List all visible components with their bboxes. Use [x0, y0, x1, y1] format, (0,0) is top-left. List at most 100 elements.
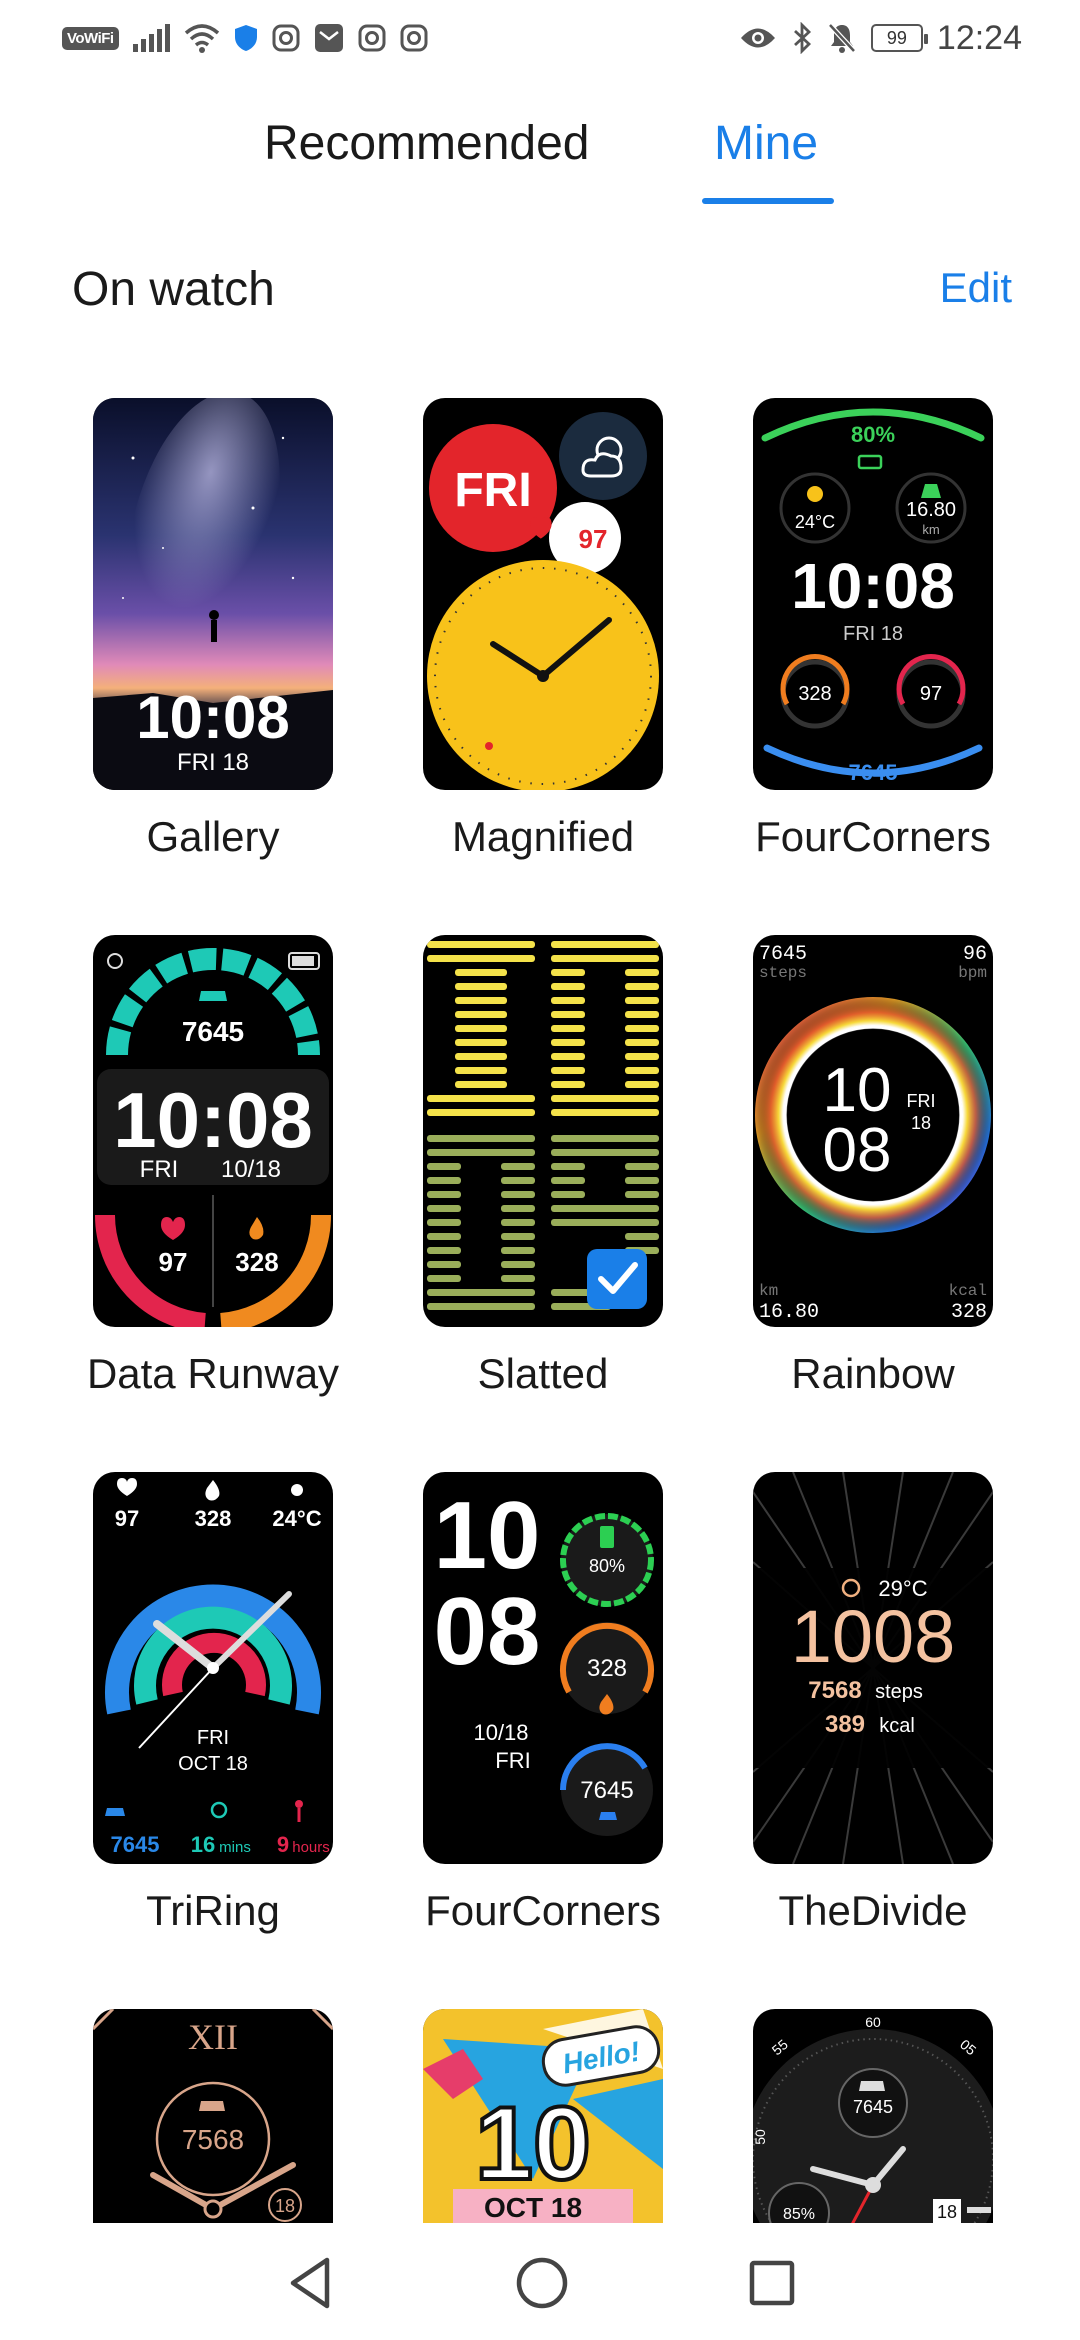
rainbow-date: 18 [911, 1113, 931, 1133]
chrono-face: 60 55 05 50 7645 85% 18 [753, 2014, 993, 2223]
fourcorners2-steps: 7645 [580, 1777, 633, 1804]
fourcorners-date: FRI 18 [843, 623, 903, 645]
triring-mins-label: mins [219, 1839, 251, 1856]
tab-mine[interactable]: Mine [714, 116, 818, 171]
rainbow-steps: 7645 [759, 943, 807, 966]
rainbow-face: 7645 steps 96 bpm 10 08 FRI 18 km 16.80 … [755, 943, 991, 1324]
watch-face-preview[interactable]: 10 08 10/18 FRI 80% 328 7645 [423, 1472, 663, 1864]
watch-face-preview[interactable]: FRI 97 [423, 398, 663, 790]
home-icon [516, 2257, 568, 2309]
rainbow-bpm-label: bpm [958, 964, 987, 982]
battery-level: 99 [886, 27, 907, 48]
roman-face: XII 7568 18 [93, 2009, 333, 2222]
selected-check-icon [587, 1249, 647, 1309]
signal-icon [132, 24, 170, 52]
runway-date: 10/18 [221, 1156, 281, 1183]
fourcorners-heart: 97 [920, 683, 942, 705]
chrono-battery: 85% [783, 2206, 815, 2223]
watch-face-preview[interactable]: 7645 10:08 FRI 10/18 97 328 [93, 935, 333, 1327]
tab-indicator [702, 198, 834, 204]
chrono-tick-50: 50 [753, 2129, 768, 2145]
fourcorners-battery: 80% [851, 422, 895, 447]
watch-face-preview[interactable] [423, 935, 663, 1327]
runway-calories: 328 [235, 1247, 278, 1277]
divide-steps-label: steps [875, 1681, 923, 1703]
triring-hours: 9 [277, 1832, 289, 1857]
divide-kcal-label: kcal [879, 1715, 915, 1737]
data-runway-face: 7645 10:08 FRI 10/18 97 328 [94, 948, 332, 1327]
chrono-tick-05: 05 [957, 2036, 979, 2058]
watch-face-preview[interactable]: 80% 24°C 16.80 km 10:08 FRI 18 328 97 76… [753, 398, 993, 790]
battery-icon: 99 [870, 24, 928, 52]
divide-kcal: 389 [825, 1711, 865, 1738]
watch-face-name: Rainbow [791, 1350, 955, 1397]
fourcorners-2-face: 10 08 10/18 FRI 80% 328 7645 [434, 1482, 654, 1836]
gallery-date: FRI 18 [177, 749, 249, 776]
wifi-icon [184, 24, 219, 53]
triring-calories: 328 [195, 1506, 232, 1531]
fourcorners2-battery: 80% [589, 1556, 625, 1576]
roman-numeral: XII [188, 2017, 238, 2057]
tab-bar: Recommended Mine [0, 110, 1080, 210]
recents-button[interactable] [732, 2243, 812, 2323]
chrono-tick-60: 60 [865, 2014, 881, 2030]
watch-face-preview[interactable]: XII 7568 18 [93, 2009, 333, 2223]
eye-icon [740, 28, 775, 48]
triring-hours-label: hours [292, 1839, 330, 1856]
recents-icon [749, 2260, 795, 2306]
chrono-tick-55: 55 [769, 2036, 791, 2058]
watch-face-preview[interactable]: 97 328 24°C FRI OCT 18 7645 16 mins 9 ho… [93, 1472, 333, 1864]
watch-face-preview[interactable]: 29°C 1008 7568 steps 389 kcal [753, 1472, 993, 1864]
watch-face-name: Data Runway [86, 1350, 340, 1397]
runway-steps: 7645 [182, 1016, 244, 1047]
watch-face-name: TheDivide [778, 1887, 968, 1934]
slatted-face [427, 941, 659, 1310]
vowifi-icon: VoWiFi [62, 26, 119, 50]
triring-heart: 97 [115, 1506, 139, 1531]
instagram-icon [272, 24, 300, 52]
fourcorners2-day: FRI [495, 1748, 530, 1773]
instagram-icon [358, 24, 386, 52]
watch-face-name: FourCorners [425, 1887, 661, 1934]
fourcorners-steps: 7645 [849, 760, 898, 785]
triring-face: 97 328 24°C FRI OCT 18 7645 16 mins 9 ho… [105, 1478, 330, 1857]
divide-time: 1008 [791, 1595, 956, 1678]
rainbow-km: 16.80 [759, 1301, 819, 1324]
home-button[interactable] [502, 2243, 582, 2323]
gallery-time: 10:08 [136, 684, 289, 751]
fourcorners2-calories: 328 [587, 1655, 627, 1682]
watch-face-name: FourCorners [755, 813, 991, 860]
mail-icon [314, 24, 343, 52]
magnified-heart: 97 [579, 524, 608, 554]
rainbow-hour: 10 [823, 1056, 892, 1125]
tab-recommended[interactable]: Recommended [264, 116, 590, 171]
fourcorners2-date: 10/18 [473, 1720, 528, 1745]
watch-face-grid: 10:08 FRI 18 Gallery FRI 97 Magnified 80… [0, 398, 1080, 2223]
fourcorners-temp: 24°C [795, 512, 835, 532]
thedivide-face: 29°C 1008 7568 steps 389 kcal [753, 1472, 993, 1864]
rainbow-steps-label: steps [759, 964, 807, 982]
magnified-face: FRI 97 [427, 412, 659, 790]
divide-steps: 7568 [808, 1677, 861, 1704]
triring-day: FRI [197, 1727, 229, 1749]
edit-button[interactable]: Edit [940, 264, 1012, 312]
watch-face-name: Slatted [477, 1350, 609, 1397]
clock: 12:24 [936, 18, 1022, 57]
triring-date: OCT 18 [178, 1753, 248, 1775]
fourcorners-distance: 16.80 [906, 499, 956, 521]
watch-face-preview[interactable]: Hello! 10 OCT 18 [423, 2009, 663, 2223]
runway-time: 10:08 [113, 1076, 313, 1164]
runway-heart: 97 [159, 1247, 188, 1277]
watch-face-preview[interactable]: 10:08 FRI 18 [93, 398, 333, 790]
hello-face: Hello! 10 OCT 18 [423, 2009, 663, 2223]
fourcorners-distance-unit: km [922, 522, 939, 537]
roman-steps: 7568 [182, 2124, 244, 2155]
fourcorners-time: 10:08 [791, 550, 955, 622]
hello-date: OCT 18 [484, 2192, 582, 2223]
watch-face-preview[interactable]: 7645 steps 96 bpm 10 08 FRI 18 km 16.80 … [753, 935, 993, 1327]
watch-face-name: TriRing [146, 1887, 280, 1934]
triring-temp: 24°C [272, 1506, 321, 1531]
back-button[interactable] [270, 2243, 350, 2323]
watch-face-preview[interactable]: 60 55 05 50 7645 85% 18 [753, 2009, 993, 2223]
roman-date: 18 [275, 2196, 295, 2216]
